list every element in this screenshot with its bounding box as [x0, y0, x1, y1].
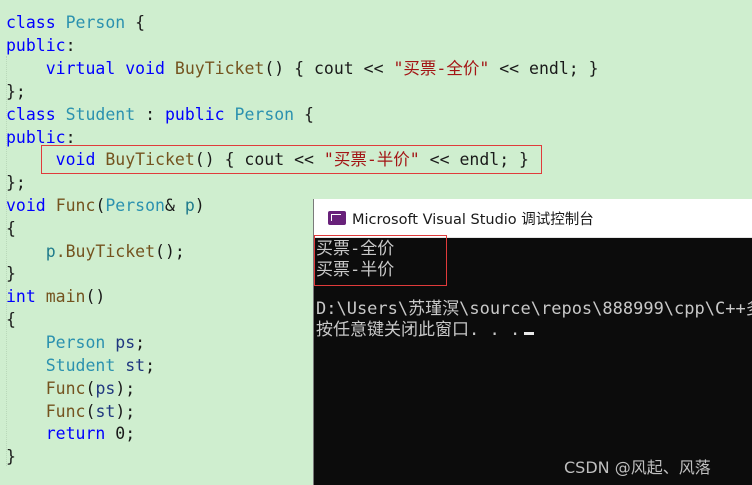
code-line-16: Student st; [45, 356, 156, 375]
code-line-1: class Person { [6, 13, 146, 32]
code-line-17: Func(ps); [45, 379, 136, 398]
debug-console-window[interactable]: Microsoft Visual Studio 调试控制台 买票-全价 买票-半… [313, 199, 752, 485]
console-title: Microsoft Visual Studio 调试控制台 [352, 211, 594, 228]
code-line-9: void Func(Person& p) [6, 196, 205, 215]
code-line-5: class Student : public Person { [6, 105, 314, 124]
code-line-11: p.BuyTicket(); [45, 242, 185, 261]
visual-studio-icon [328, 211, 346, 225]
output-highlight-box [314, 235, 447, 286]
code-line-10: { [6, 219, 16, 238]
override-highlight-box [41, 145, 542, 174]
console-cursor [524, 332, 535, 335]
code-line-12: } [6, 264, 16, 283]
code-line-18: Func(st); [45, 402, 136, 421]
code-line-2: public: [6, 36, 76, 55]
csdn-watermark: CSDN @风起、风落 [564, 458, 711, 477]
console-titlebar[interactable]: Microsoft Visual Studio 调试控制台 [314, 199, 752, 238]
code-line-14: { [6, 310, 16, 329]
code-line-13: int main() [6, 287, 106, 306]
code-line-3: virtual void BuyTicket() { cout << "买票-全… [45, 59, 599, 78]
code-line-4: }; [6, 82, 26, 101]
code-line-19: return 0; [45, 424, 136, 443]
code-line-8: }; [6, 173, 26, 192]
code-line-20: } [6, 447, 16, 466]
console-prompt-text: 按任意键关闭此窗口. . . [316, 320, 521, 340]
console-prompt-line: 按任意键关闭此窗口. . . [316, 320, 535, 340]
code-line-15: Person ps; [45, 333, 146, 352]
console-path-line: D:\Users\苏瑾溟\source\repos\888999\cpp\C++… [316, 299, 752, 319]
